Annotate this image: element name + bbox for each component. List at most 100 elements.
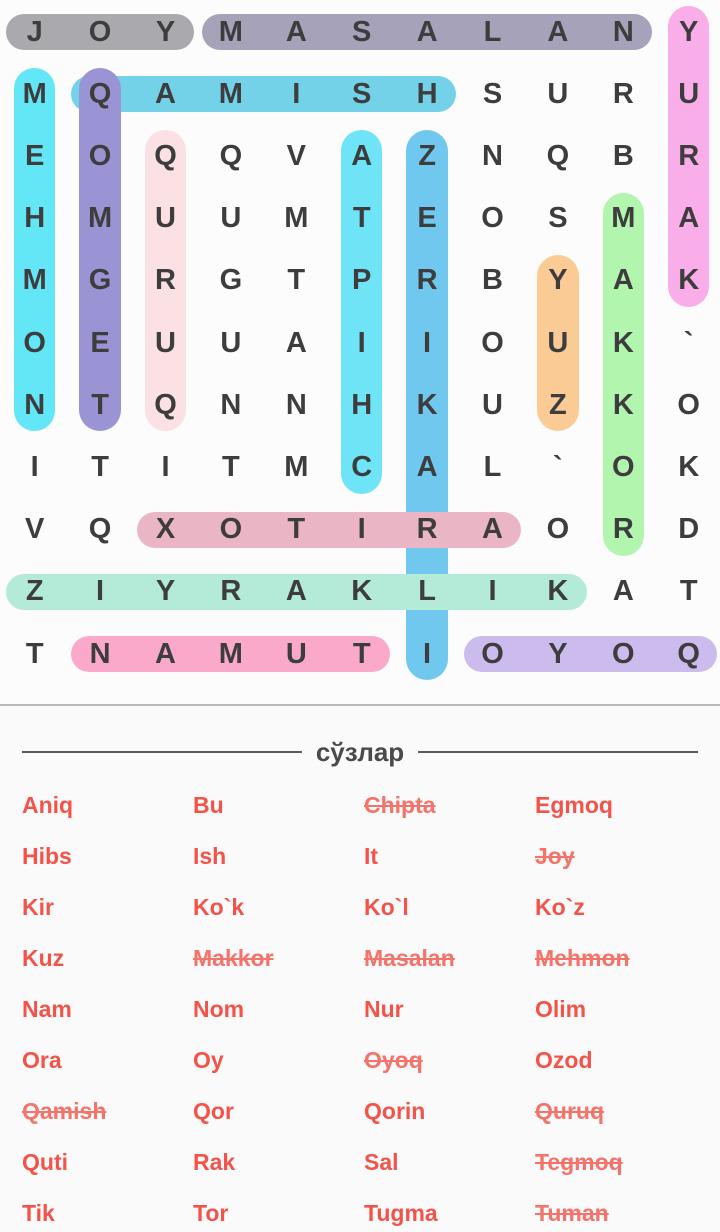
word-list-item[interactable]: Ko`z [531,882,702,933]
grid-cell-r3-c6[interactable]: E [394,188,459,250]
word-list-item[interactable]: Oyoq [360,1035,531,1086]
grid-cell-r7-c8[interactable]: ` [525,436,590,498]
word-list-item[interactable]: Ko`k [189,882,360,933]
word-list-item[interactable]: Ozod [531,1035,702,1086]
word-list-item[interactable]: Quti [18,1137,189,1188]
grid-cell-r5-c8[interactable]: U [525,312,590,374]
grid-cell-r3-c1[interactable]: M [67,188,132,250]
grid-cell-r0-c3[interactable]: M [198,1,263,63]
grid-cell-r7-c4[interactable]: M [264,436,329,498]
grid-cell-r0-c4[interactable]: A [264,1,329,63]
grid-cell-r10-c5[interactable]: T [329,623,394,685]
word-list-item[interactable]: Tor [189,1188,360,1232]
grid-cell-r4-c9[interactable]: A [591,250,656,312]
grid-cell-r1-c5[interactable]: S [329,63,394,125]
grid-cell-r6-c6[interactable]: K [394,374,459,436]
grid-cell-r8-c1[interactable]: Q [67,499,132,561]
grid-cell-r4-c5[interactable]: P [329,250,394,312]
grid-cell-r0-c10[interactable]: Y [656,1,720,63]
grid-cell-r9-c2[interactable]: Y [133,561,198,623]
grid-cell-r1-c8[interactable]: U [525,63,590,125]
grid-cell-r3-c10[interactable]: A [656,188,720,250]
grid-cell-r4-c7[interactable]: B [460,250,525,312]
grid-cell-r1-c6[interactable]: H [394,63,459,125]
grid-cell-r2-c7[interactable]: N [460,125,525,187]
grid-cell-r9-c8[interactable]: K [525,561,590,623]
grid-cell-r0-c2[interactable]: Y [133,1,198,63]
grid-cell-r8-c7[interactable]: A [460,499,525,561]
grid-cell-r4-c1[interactable]: G [67,250,132,312]
grid-cell-r9-c0[interactable]: Z [2,561,67,623]
grid-cell-r0-c0[interactable]: J [2,1,67,63]
grid-cell-r3-c0[interactable]: H [2,188,67,250]
grid-cell-r10-c2[interactable]: A [133,623,198,685]
grid-cell-r5-c4[interactable]: A [264,312,329,374]
grid-cell-r5-c10[interactable]: ` [656,312,720,374]
grid-cell-r2-c8[interactable]: Q [525,125,590,187]
word-list-item[interactable]: Ora [18,1035,189,1086]
grid-cell-r9-c1[interactable]: I [67,561,132,623]
grid-cell-r6-c4[interactable]: N [264,374,329,436]
grid-cell-r5-c3[interactable]: U [198,312,263,374]
grid-cell-r6-c2[interactable]: Q [133,374,198,436]
grid-cell-r9-c9[interactable]: A [591,561,656,623]
grid-cell-r5-c9[interactable]: K [591,312,656,374]
grid-cell-r7-c9[interactable]: O [591,436,656,498]
grid-cell-r5-c6[interactable]: I [394,312,459,374]
word-list-item[interactable]: Kuz [18,933,189,984]
word-search-puzzle[interactable]: JOYMASALANYMQAMISHSURUEOQQVAZNQBRHMUUMTE… [0,0,720,706]
grid-cell-r1-c9[interactable]: R [591,63,656,125]
grid-cell-r7-c1[interactable]: T [67,436,132,498]
grid-cell-r10-c6[interactable]: I [394,623,459,685]
grid-cell-r3-c3[interactable]: U [198,188,263,250]
grid-cell-r2-c5[interactable]: A [329,125,394,187]
grid-cell-r8-c5[interactable]: I [329,499,394,561]
grid-cell-r9-c6[interactable]: L [394,561,459,623]
grid-cell-r10-c4[interactable]: U [264,623,329,685]
grid-cell-r3-c4[interactable]: M [264,188,329,250]
word-list-item[interactable]: Ish [189,831,360,882]
grid-cell-r9-c3[interactable]: R [198,561,263,623]
grid-cell-r1-c3[interactable]: M [198,63,263,125]
grid-cell-r7-c0[interactable]: I [2,436,67,498]
grid-cell-r4-c6[interactable]: R [394,250,459,312]
grid-cell-r7-c7[interactable]: L [460,436,525,498]
grid-cell-r6-c7[interactable]: U [460,374,525,436]
grid-cell-r4-c3[interactable]: G [198,250,263,312]
grid-cell-r6-c1[interactable]: T [67,374,132,436]
grid-cell-r5-c1[interactable]: E [67,312,132,374]
grid-cell-r8-c9[interactable]: R [591,499,656,561]
grid-cell-r3-c8[interactable]: S [525,188,590,250]
grid-cell-r0-c1[interactable]: O [67,1,132,63]
grid-cell-r1-c7[interactable]: S [460,63,525,125]
word-list-item[interactable]: Masalan [360,933,531,984]
grid-cell-r2-c9[interactable]: B [591,125,656,187]
word-list-item[interactable]: Joy [531,831,702,882]
word-list-item[interactable]: Sal [360,1137,531,1188]
grid-cell-r7-c6[interactable]: A [394,436,459,498]
grid-cell-r4-c4[interactable]: T [264,250,329,312]
grid-cell-r3-c2[interactable]: U [133,188,198,250]
grid-cell-r6-c10[interactable]: O [656,374,720,436]
word-list-item[interactable]: Aniq [18,780,189,831]
grid-cell-r10-c10[interactable]: Q [656,623,720,685]
grid-cell-r2-c1[interactable]: O [67,125,132,187]
grid-cell-r6-c0[interactable]: N [2,374,67,436]
grid-cell-r9-c5[interactable]: K [329,561,394,623]
grid-cell-r1-c2[interactable]: A [133,63,198,125]
word-list-item[interactable]: Chipta [360,780,531,831]
grid-cell-r0-c9[interactable]: N [591,1,656,63]
grid-cell-r4-c8[interactable]: Y [525,250,590,312]
grid-cell-r4-c2[interactable]: R [133,250,198,312]
grid-cell-r8-c2[interactable]: X [133,499,198,561]
grid-cell-r0-c8[interactable]: A [525,1,590,63]
grid-cell-r8-c0[interactable]: V [2,499,67,561]
word-list-item[interactable]: Hibs [18,831,189,882]
grid-cell-r7-c2[interactable]: I [133,436,198,498]
grid-cell-r8-c4[interactable]: T [264,499,329,561]
word-list-item[interactable]: Egmoq [531,780,702,831]
grid-cell-r2-c2[interactable]: Q [133,125,198,187]
word-list-item[interactable]: Tegmoq [531,1137,702,1188]
grid-cell-r0-c7[interactable]: L [460,1,525,63]
grid-cell-r9-c7[interactable]: I [460,561,525,623]
